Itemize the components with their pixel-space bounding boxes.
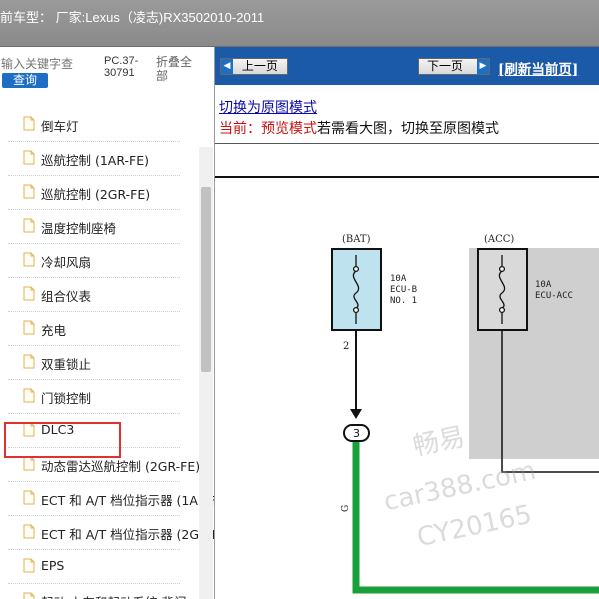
fuse1-source-label: (BAT)	[342, 234, 371, 245]
document-icon	[23, 354, 35, 369]
collapse-all-link[interactable]: 折叠全部	[156, 55, 196, 83]
search-button[interactable]: 查询	[2, 73, 48, 88]
selection-highlight	[4, 422, 121, 458]
sidebar-item-label: ECT 和 A/T 档位指示器 (2GR-FE)	[41, 527, 215, 542]
sidebar-item-label: 动态雷达巡航控制 (2GR-FE)	[41, 459, 201, 474]
next-page-button[interactable]: 下一页 ▶	[418, 58, 490, 75]
mode-status-hint: 若需看大图，切换至原图模式	[317, 121, 499, 137]
document-icon	[23, 218, 35, 233]
document-icon	[23, 558, 35, 573]
sidebar-list-item[interactable]: ECT 和 A/T 档位指示器 (2GR-FE)	[0, 516, 214, 550]
sidebar-list-item[interactable]: 起动 上车和起动系统 背门	[0, 584, 200, 599]
prev-page-label: 上一页	[241, 59, 278, 73]
document-icon	[23, 456, 35, 471]
sidebar-item-label: 组合仪表	[41, 289, 92, 304]
sidebar-item-label: 倒车灯	[41, 119, 79, 134]
document-icon	[23, 388, 35, 403]
title-bar: 前车型： 厂家:Lexus（凌志)RX3502010-2011	[0, 0, 599, 47]
sidebar-item-label: 双重锁止	[41, 357, 92, 372]
document-icon	[23, 490, 35, 505]
sidebar-list-item[interactable]: 组合仪表	[0, 278, 200, 312]
fuse2-amp: 10A	[535, 280, 552, 290]
refresh-current-page-link[interactable]: [刷新当前页]	[498, 58, 578, 78]
document-list: 倒车灯巡航控制 (1AR-FE) 巡航控制 (2GR-FE) 温度控制座椅 冷却风扇组…	[0, 108, 214, 599]
divider	[215, 143, 599, 144]
scrollbar-thumb[interactable]	[201, 187, 211, 372]
sidebar-list-item[interactable]: 充电	[0, 312, 200, 346]
sidebar-item-label: ECT 和 A/T 档位指示器 (1AR-FE)	[41, 493, 215, 508]
search-input[interactable]	[1, 57, 75, 71]
sidebar-list-item[interactable]: ECT 和 A/T 档位指示器 (1AR-FE)	[0, 482, 214, 516]
sidebar-list-item[interactable]: 门锁控制	[0, 380, 200, 414]
document-icon	[23, 286, 35, 301]
document-icon	[23, 592, 35, 599]
document-icon	[23, 184, 35, 199]
sidebar-list-item[interactable]: 巡航控制 (1AR-FE)	[0, 142, 200, 176]
fuse2-name: ECU-ACC	[535, 291, 573, 301]
prev-page-button[interactable]: ◀ 上一页	[220, 58, 288, 75]
wire-color-code: G	[341, 505, 351, 512]
arrow-right-icon: ▶	[477, 59, 489, 74]
sidebar-item-label: 温度控制座椅	[41, 221, 117, 236]
sidebar-list-item[interactable]: 温度控制座椅	[0, 210, 200, 244]
switch-to-original-mode-link[interactable]: 切换为原图模式	[219, 97, 317, 117]
sidebar-item-label: 巡航控制 (1AR-FE)	[41, 153, 150, 168]
sidebar-list-item[interactable]: 冷却风扇	[0, 244, 200, 278]
main-pane: ◀ 上一页 下一页 ▶ [刷新当前页] 切换为原图模式 当前：预览模式若需看大图…	[215, 47, 599, 599]
window-title: 前车型： 厂家:Lexus（凌志)RX3502010-2011	[0, 10, 265, 25]
arrow-left-icon: ◀	[221, 59, 233, 74]
fuse1-name: ECU-B	[390, 285, 417, 295]
sidebar-list-item[interactable]: EPS	[0, 550, 200, 584]
pc-code: PC.37-30791	[104, 55, 139, 79]
sidebar-list-item[interactable]: 倒车灯	[0, 108, 200, 142]
watermark-line-1: 畅易	[410, 422, 467, 462]
sidebar-item-label: 冷却风扇	[41, 255, 92, 270]
sidebar-item-label: 门锁控制	[41, 391, 92, 406]
document-icon	[23, 116, 35, 131]
sidebar-item-label: 充电	[41, 323, 67, 338]
next-page-label: 下一页	[427, 59, 464, 73]
sidebar: 查询 PC.37-30791 折叠全部 倒车灯巡航控制 (1AR-FE) 巡航控制…	[0, 47, 215, 599]
mode-status: 当前：预览模式若需看大图，切换至原图模式	[219, 118, 499, 138]
document-icon	[23, 252, 35, 267]
sidebar-scrollbar[interactable]	[199, 147, 213, 599]
sidebar-list-item[interactable]: 双重锁止	[0, 346, 200, 380]
sidebar-item-label: 起动 上车和起动系统 背门	[41, 592, 186, 599]
connector-number: 3	[353, 427, 360, 440]
wiring-diagram[interactable]: (BAT) 10A ECU-B NO. 1 (ACC) 10A ECU-ACC …	[215, 178, 599, 599]
sidebar-list-item[interactable]: 巡航控制 (2GR-FE)	[0, 176, 200, 210]
fuse2-source-label: (ACC)	[484, 234, 514, 245]
wire-arrow	[350, 409, 362, 419]
document-icon	[23, 150, 35, 165]
pin-label: 2	[343, 341, 349, 352]
fuse1-number: NO. 1	[390, 296, 417, 306]
sidebar-item-label: EPS	[41, 558, 65, 573]
document-icon	[23, 320, 35, 335]
document-icon	[23, 524, 35, 539]
fuse1-amp: 10A	[390, 274, 407, 284]
mode-status-current: 当前：预览模式	[219, 121, 317, 137]
sidebar-item-label: 巡航控制 (2GR-FE)	[41, 187, 151, 202]
toolbar: ◀ 上一页 下一页 ▶ [刷新当前页]	[215, 47, 599, 85]
